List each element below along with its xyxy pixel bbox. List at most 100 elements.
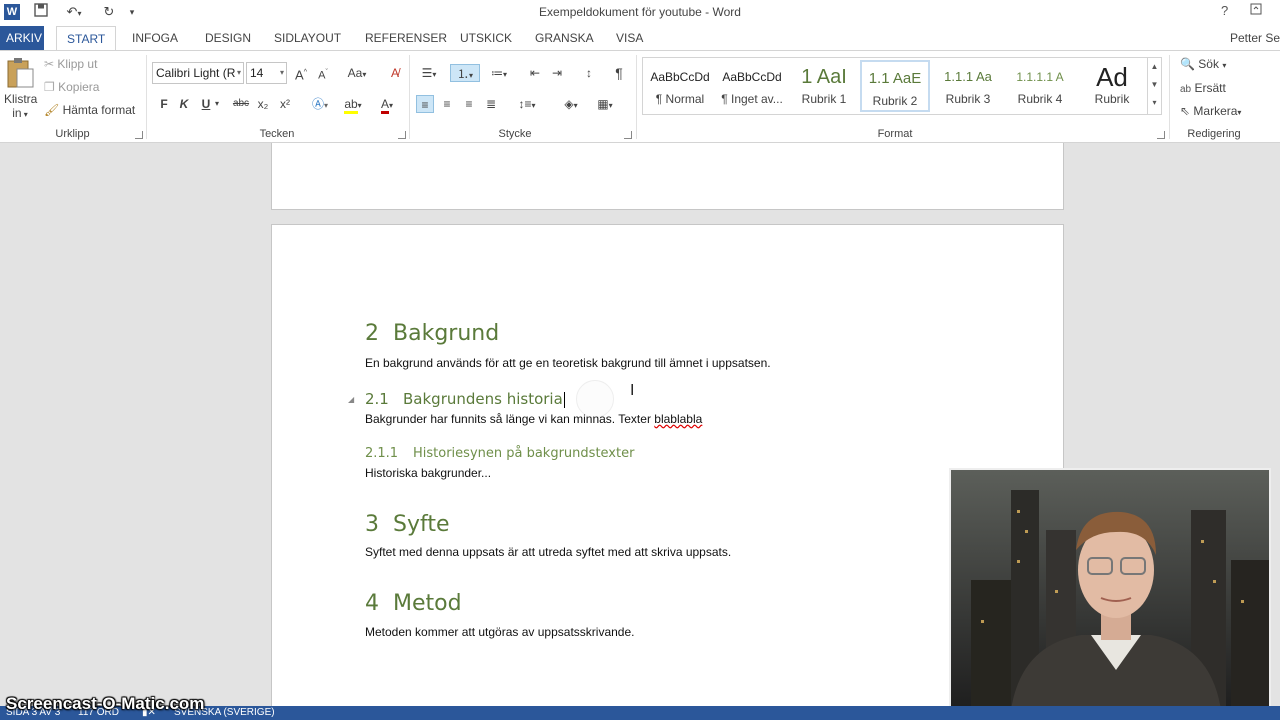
user-name[interactable]: Petter Se <box>1230 31 1280 45</box>
font-size-combo[interactable]: 14 ▾ <box>246 62 287 84</box>
select-button[interactable]: ⇖ Markera▾ <box>1180 104 1241 118</box>
copy-icon: ❐ <box>44 80 55 94</box>
copy-button[interactable]: ❐ Kopiera <box>44 80 99 94</box>
align-left-icon[interactable]: ≡ <box>416 95 434 113</box>
tab-arkiv[interactable]: ARKIV <box>0 26 44 50</box>
paragraph-metod[interactable]: Metoden kommer att utgöras av uppsatsskr… <box>365 625 634 639</box>
style-heading-1[interactable]: 1 AaI Rubrik 1 <box>789 60 859 112</box>
tab-sidlayout[interactable]: SIDLAYOUT <box>264 26 351 50</box>
paste-icon <box>7 58 34 88</box>
paintbrush-icon: 🖌 <box>44 103 60 117</box>
style-heading-3[interactable]: 1.1.1 Aa Rubrik 3 <box>933 60 1003 112</box>
replace-button[interactable]: ab Ersätt <box>1180 81 1226 95</box>
grow-font-icon[interactable]: A^ <box>292 64 310 82</box>
bullets-icon[interactable]: ☰▾ <box>416 64 442 82</box>
heading-syfte[interactable]: 3 Syfte <box>365 512 450 537</box>
ibeam-cursor-icon: I <box>630 382 635 399</box>
paragraph-group-label: Stycke <box>498 128 532 140</box>
replace-icon: ab <box>1180 84 1192 95</box>
paragraph-dialog-launcher[interactable] <box>624 131 632 139</box>
styles-dialog-launcher[interactable] <box>1157 131 1165 139</box>
paragraph-historiesynen[interactable]: Historiska bakgrunder... <box>365 466 491 480</box>
spelling-error[interactable]: blablabla <box>654 412 702 426</box>
group-divider <box>636 55 637 139</box>
strikethrough-button[interactable]: abc <box>230 95 252 113</box>
gallery-more-icon: ▾ <box>1152 98 1157 107</box>
format-painter-button[interactable]: 🖌 Hämta format <box>44 103 135 117</box>
paragraph-syfte[interactable]: Syftet med denna uppsats är att utreda s… <box>365 545 731 559</box>
ribbon-tab-row: ARKIV START INFOGA DESIGN SIDLAYOUT REFE… <box>0 26 1280 51</box>
presenter-video <box>951 470 1269 706</box>
align-right-icon[interactable]: ≡ <box>460 95 478 113</box>
ribbon-display-options-icon[interactable] <box>1250 3 1262 18</box>
subscript-button[interactable]: x₂ <box>254 95 272 113</box>
clipboard-dialog-launcher[interactable] <box>135 131 143 139</box>
paragraph-historia[interactable]: Bakgrunder har funnits så länge vi kan m… <box>365 412 702 426</box>
text-effects-icon[interactable]: Ⓐ▾ <box>306 95 334 113</box>
styles-gallery: AaBbCcDd ¶ Normal AaBbCcDd ¶ Inget av...… <box>642 57 1162 115</box>
group-divider <box>1169 55 1170 139</box>
superscript-button[interactable]: x² <box>276 95 294 113</box>
heading-metod[interactable]: 4 Metod <box>365 591 462 616</box>
cut-button[interactable]: ✂ Klipp ut <box>44 57 97 71</box>
font-name-combo[interactable]: Calibri Light (R ▾ <box>152 62 244 84</box>
show-formatting-icon[interactable]: ¶ <box>610 64 628 82</box>
paragraph-bakgrund[interactable]: En bakgrund används för att ge en teoret… <box>365 356 771 370</box>
change-case-button[interactable]: Aa▾ <box>342 64 372 82</box>
numbering-icon[interactable]: ⒈▾ <box>450 64 480 82</box>
gallery-up-icon: ▲ <box>1150 62 1159 71</box>
tab-granska[interactable]: GRANSKA <box>525 26 604 50</box>
borders-icon[interactable]: ▦▾ <box>590 95 620 113</box>
multilevel-list-icon[interactable]: ≔▾ <box>484 64 514 82</box>
font-color-icon[interactable]: A▾ <box>372 95 402 114</box>
style-normal[interactable]: AaBbCcDd ¶ Normal <box>645 60 715 112</box>
heading-historiesynen[interactable]: 2.1.1 Historiesynen på bakgrundstexter <box>365 446 634 461</box>
tab-infoga[interactable]: INFOGA <box>122 26 188 50</box>
tab-start[interactable]: START <box>56 26 117 51</box>
font-dialog-launcher[interactable] <box>398 131 406 139</box>
clear-formatting-icon[interactable]: A̸ <box>386 64 404 82</box>
heading-bakgrund[interactable]: 2 Bakgrund <box>365 321 499 346</box>
bold-button[interactable]: F <box>155 95 173 113</box>
editing-group-label: Redigering <box>1187 128 1241 140</box>
tab-referenser[interactable]: REFERENSER <box>355 26 457 50</box>
ribbon: Klistra in ▾ ✂ Klipp ut ❐ Kopiera 🖌 Hämt… <box>0 50 1280 143</box>
help-button[interactable]: ? <box>1221 3 1228 18</box>
text-cursor <box>563 391 565 408</box>
paste-button[interactable]: Klistra in ▾ <box>4 57 37 123</box>
align-center-icon[interactable]: ≡ <box>438 95 456 113</box>
clipboard-group-label: Urklipp <box>55 128 90 140</box>
sort-icon[interactable]: ↕ <box>580 64 598 82</box>
collapse-heading-icon[interactable]: ◢ <box>348 395 354 404</box>
webcam-overlay <box>949 468 1271 708</box>
underline-dropdown-icon[interactable]: ▾ <box>212 95 222 113</box>
screencast-watermark: Screencast-O-Matic.com <box>6 694 205 713</box>
scissors-icon: ✂ <box>44 57 55 71</box>
tab-utskick[interactable]: UTSKICK <box>450 26 522 50</box>
increase-indent-icon[interactable]: ⇥ <box>548 64 566 82</box>
paste-label-line2: in <box>12 106 22 120</box>
find-button[interactable]: 🔍 Sök ▾ <box>1180 57 1226 71</box>
italic-button[interactable]: K <box>175 95 193 113</box>
line-spacing-icon[interactable]: ↕≡▾ <box>512 95 542 113</box>
group-divider <box>409 55 410 139</box>
heading-bakgrundens-historia[interactable]: 2.1 Bakgrundens historia <box>365 390 565 408</box>
tab-visa[interactable]: VISA <box>606 26 653 50</box>
gallery-scrollbar[interactable]: ▲ ▼ ▾ <box>1147 58 1161 114</box>
justify-icon[interactable]: ≣ <box>482 95 500 113</box>
style-no-spacing[interactable]: AaBbCcDd ¶ Inget av... <box>717 60 787 112</box>
style-heading-4[interactable]: 1.1.1.1 A Rubrik 4 <box>1005 60 1075 112</box>
shading-icon[interactable]: ◈▾ <box>556 95 586 113</box>
page-previous[interactable] <box>271 143 1064 210</box>
window-title: Exempeldokument för youtube - Word <box>539 5 741 19</box>
shrink-font-icon[interactable]: Aˇ <box>314 64 332 82</box>
gallery-down-icon: ▼ <box>1150 80 1159 89</box>
style-heading-2[interactable]: 1.1 AaE Rubrik 2 <box>860 60 930 112</box>
decrease-indent-icon[interactable]: ⇤ <box>526 64 544 82</box>
highlight-color-icon[interactable]: ab▾ <box>338 95 368 114</box>
tab-design[interactable]: DESIGN <box>195 26 261 50</box>
page-current[interactable]: 2 Bakgrund En bakgrund används för att ge… <box>271 224 1064 706</box>
style-title[interactable]: Ad Rubrik <box>1077 60 1147 112</box>
font-group-label: Tecken <box>259 128 295 140</box>
cursor-icon: ⇖ <box>1180 104 1191 118</box>
